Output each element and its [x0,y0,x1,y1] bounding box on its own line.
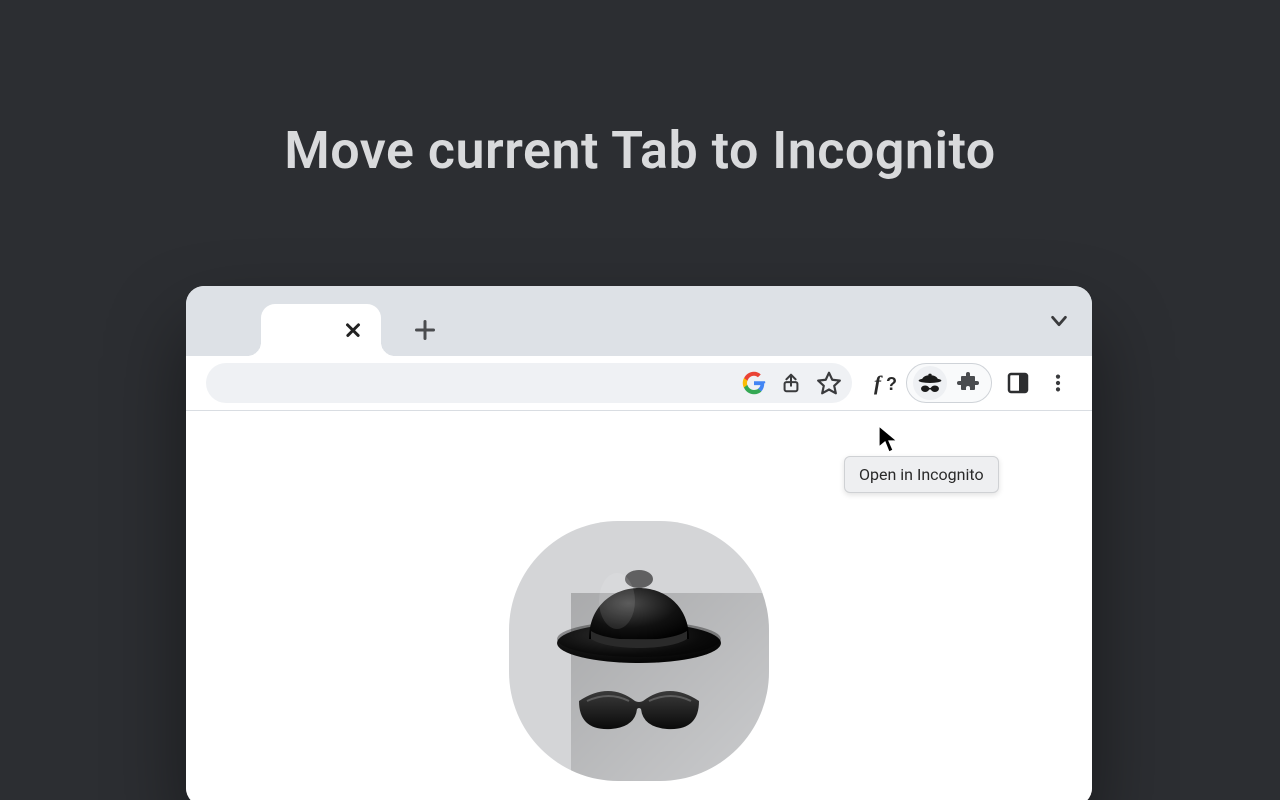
puzzle-icon [956,371,980,395]
incognito-logo-icon [549,551,729,751]
sidepanel-icon [1006,371,1030,395]
font-extension-icon: f ? [871,370,901,396]
tab-strip [186,286,1092,356]
browser-menu-button[interactable] [1038,363,1078,403]
extensions-button[interactable] [951,366,985,400]
plus-icon [415,320,435,340]
extension-logo-badge [509,521,769,781]
kebab-menu-icon [1047,372,1069,394]
svg-text:f: f [874,371,883,395]
sidepanel-button[interactable] [998,363,1038,403]
promo-headline: Move current Tab to Incognito [0,120,1280,181]
chevron-down-icon [1048,310,1070,332]
incognito-extension-button[interactable] [913,366,947,400]
bookmark-button[interactable] [816,363,842,403]
browser-toolbar: f ? [186,356,1092,411]
share-icon [780,371,802,395]
star-icon [816,370,842,396]
pinned-extensions-group [906,363,992,403]
share-button[interactable] [780,363,802,403]
close-icon[interactable] [343,320,363,340]
tab-search-button[interactable] [1048,310,1070,332]
browser-window: f ? [186,286,1092,800]
extension-tooltip: Open in Incognito [844,456,999,493]
svg-text:?: ? [886,374,897,394]
google-logo-icon [742,371,766,395]
font-extension-button[interactable]: f ? [866,363,906,403]
new-tab-button[interactable] [401,306,449,354]
active-tab[interactable] [261,304,381,356]
incognito-icon [917,371,943,395]
address-bar[interactable] [206,363,852,403]
